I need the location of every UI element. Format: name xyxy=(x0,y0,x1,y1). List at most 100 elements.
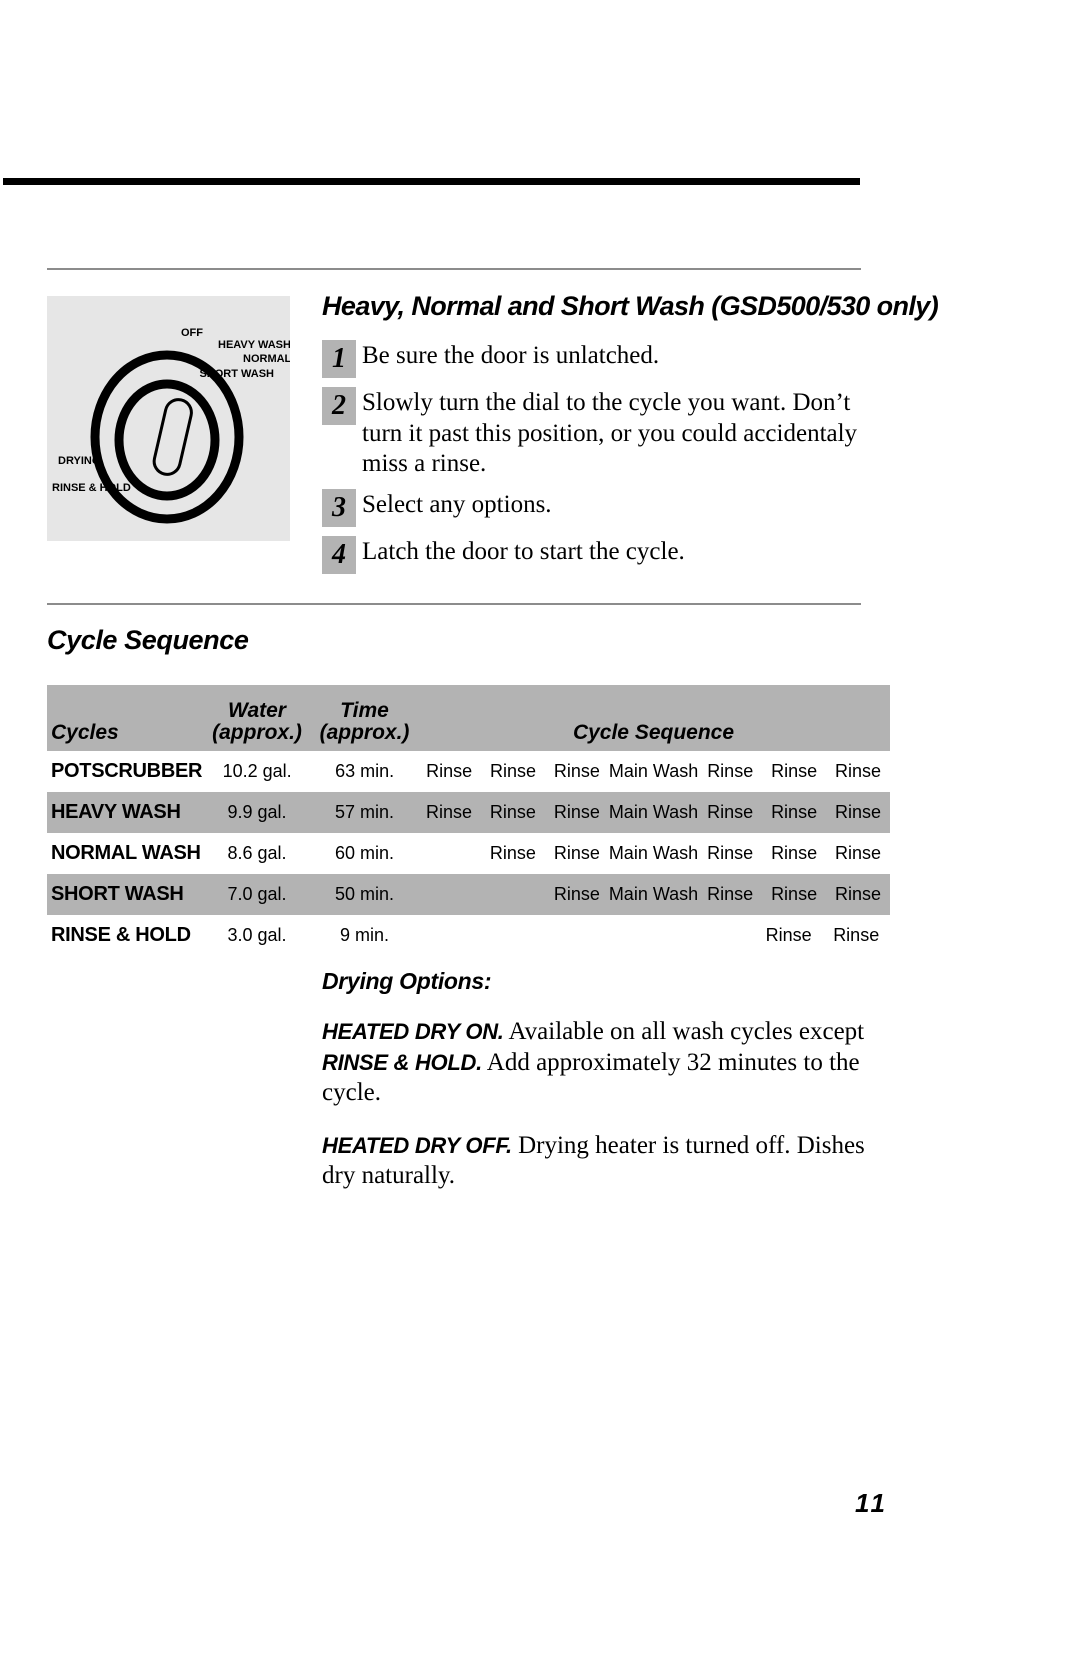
step-text: Latch the door to start the cycle. xyxy=(362,537,685,565)
cycle-sequence-title: Cycle Sequence xyxy=(47,625,249,655)
header-sequence: Cycle Sequence xyxy=(572,721,735,745)
sequence-step: Rinse xyxy=(489,843,536,863)
table-row: HEAVY WASH 9.9 gal. 57 min. Rinse Rinse Rinse… xyxy=(47,792,890,833)
table-body: POTSCRUBBER 10.2 gal. 63 min. Rinse Rinse Rin… xyxy=(47,751,890,956)
cell-time: 60 min. xyxy=(334,843,395,863)
sequence-step: Rinse xyxy=(835,802,882,822)
steps-list: 1 Be sure the door is unlatched. 2 Slowl… xyxy=(322,340,862,583)
divider-above-section xyxy=(47,268,861,270)
sequence-slot-empty xyxy=(481,884,545,905)
drying-options-block: Drying Options: HEATED DRY ON. Available… xyxy=(322,968,867,1214)
header-time-line2: (approx.) xyxy=(319,721,410,745)
step-item: 2 Slowly turn the dial to the cycle you … xyxy=(322,387,862,480)
sequence-step: Rinse xyxy=(707,802,754,822)
cycle-sequence-table: Cycles Water (approx.) Time (approx.) Cy… xyxy=(47,685,890,956)
table-row: SHORT WASH 7.0 gal. 50 min. Rinse Main Wash… xyxy=(47,874,890,915)
drying-option-lead: HEATED DRY ON. xyxy=(322,1019,504,1044)
sequence-step: Rinse xyxy=(771,884,818,904)
cell-time: 57 min. xyxy=(334,802,395,822)
page-number: 11 xyxy=(855,1488,888,1518)
sequence-slot-empty xyxy=(552,925,620,946)
dial-label-off: OFF xyxy=(181,327,203,339)
cell-cycle-name: HEAVY WASH xyxy=(51,801,181,823)
table-row: NORMAL WASH 8.6 gal. 60 min. Rinse Rinse Mai… xyxy=(47,833,890,874)
header-time-line1: Time xyxy=(340,698,389,722)
cell-time: 9 min. xyxy=(339,925,390,945)
sequence-step: Rinse xyxy=(553,802,600,822)
drying-option-lead: HEATED DRY OFF. xyxy=(322,1132,512,1158)
sequence-step: Rinse xyxy=(765,925,812,945)
sequence-step: Rinse xyxy=(426,761,473,781)
dial-label-rinse-hold: RINSE & HOLD xyxy=(52,482,131,494)
sequence-slot-empty xyxy=(620,925,688,946)
step-item: 1 Be sure the door is unlatched. xyxy=(322,340,862,378)
sequence-step: Rinse xyxy=(489,802,536,822)
sequence-slot-empty xyxy=(417,925,485,946)
cell-water: 9.9 gal. xyxy=(227,802,287,822)
sequence-slot-empty xyxy=(485,925,553,946)
sequence-step: Rinse xyxy=(425,802,472,822)
sequence-step: Rinse xyxy=(835,843,882,863)
sequence-step: Rinse xyxy=(553,843,600,863)
header-time: Time (approx.) xyxy=(312,698,417,745)
sequence-step: Rinse xyxy=(833,925,880,945)
dial-label-normal-wash: NORMAL WASH xyxy=(243,353,290,365)
divider-above-table xyxy=(47,603,861,605)
sequence-step: Rinse xyxy=(707,884,754,904)
dial-label-heavy-wash: HEAVY WASH xyxy=(218,339,290,351)
drying-option-lead-2: RINSE & HOLD. xyxy=(322,1049,482,1075)
step-number-badge: 4 xyxy=(322,535,356,574)
drying-option-body-1: Available on all wash cycles except xyxy=(503,1018,865,1045)
sequence-step: Rinse xyxy=(490,761,537,781)
section-heading: Heavy, Normal and Short Wash (GSD500/530… xyxy=(322,291,939,322)
sequence-step: Rinse xyxy=(835,884,882,904)
sequence-step: Main Wash xyxy=(608,761,699,781)
sequence-step: Main Wash xyxy=(608,843,699,863)
table-header-row: Cycles Water (approx.) Time (approx.) Cy… xyxy=(47,685,890,751)
cell-water: 7.0 gal. xyxy=(227,884,287,904)
step-number-badge: 3 xyxy=(322,488,356,527)
top-rule xyxy=(3,178,860,185)
header-water: Water (approx.) xyxy=(202,698,312,745)
dial-label-short-wash: SHORT WASH xyxy=(199,368,274,380)
sequence-step: Rinse xyxy=(771,761,818,781)
section-heading-title: Heavy, Normal and Short Wash xyxy=(322,291,705,321)
sequence-step: Rinse xyxy=(707,843,754,863)
cell-sequence: Rinse Rinse Main Wash Rinse Rinse Rinse xyxy=(417,843,890,864)
cell-sequence: Rinse Rinse Rinse Main Wash Rinse Rinse Rinse xyxy=(417,761,890,782)
table-row: RINSE & HOLD 3.0 gal. 9 min. Rinse Rinse xyxy=(47,915,890,956)
step-number-badge: 2 xyxy=(322,387,356,425)
step-item: 3 Select any options. xyxy=(322,488,862,527)
cell-sequence: Rinse Rinse xyxy=(417,925,890,946)
page-content: OFF HEAVY WASH NORMAL WASH SHORT WASH DR… xyxy=(0,0,939,1669)
step-item: 4 Latch the door to start the cycle. xyxy=(322,535,862,574)
drying-options-heading: Drying Options: xyxy=(322,968,492,994)
step-text: Select any options. xyxy=(362,490,552,518)
cell-cycle-name: SHORT WASH xyxy=(51,883,184,905)
cell-time: 63 min. xyxy=(335,761,395,781)
table-row: POTSCRUBBER 10.2 gal. 63 min. Rinse Rinse Rin… xyxy=(47,751,890,792)
cell-water: 3.0 gal. xyxy=(227,925,287,945)
sequence-slot-empty xyxy=(417,884,481,905)
cell-cycle-name: RINSE & HOLD xyxy=(51,924,191,946)
cell-water: 10.2 gal. xyxy=(222,761,292,781)
header-water-line1: Water xyxy=(228,698,286,722)
cell-cycle-name: POTSCRUBBER xyxy=(51,760,203,782)
cell-time: 50 min. xyxy=(334,884,395,904)
cell-water: 8.6 gal. xyxy=(227,843,287,863)
sequence-step: Rinse xyxy=(771,802,818,822)
side-tab-rail: Safety InformationOperating Instructions… xyxy=(900,0,1080,1669)
sequence-step: Main Wash xyxy=(608,884,699,904)
sequence-step: Main Wash xyxy=(608,802,699,822)
cell-cycle-name: NORMAL WASH xyxy=(51,842,201,864)
sequence-step: Rinse xyxy=(707,761,754,781)
header-water-line2: (approx.) xyxy=(212,721,302,745)
step-number-badge: 1 xyxy=(322,340,356,378)
dial-label-drying: DRYING xyxy=(58,455,100,467)
drying-option-paragraph: HEATED DRY ON. Available on all wash cyc… xyxy=(322,1017,867,1109)
control-dial-illustration: OFF HEAVY WASH NORMAL WASH SHORT WASH DR… xyxy=(47,296,290,541)
sequence-step: Rinse xyxy=(553,884,600,904)
cell-sequence: Rinse Main Wash Rinse Rinse Rinse xyxy=(417,884,890,905)
sequence-step: Rinse xyxy=(771,843,818,863)
cell-sequence: Rinse Rinse Rinse Main Wash Rinse Rinse Rinse xyxy=(417,802,890,823)
